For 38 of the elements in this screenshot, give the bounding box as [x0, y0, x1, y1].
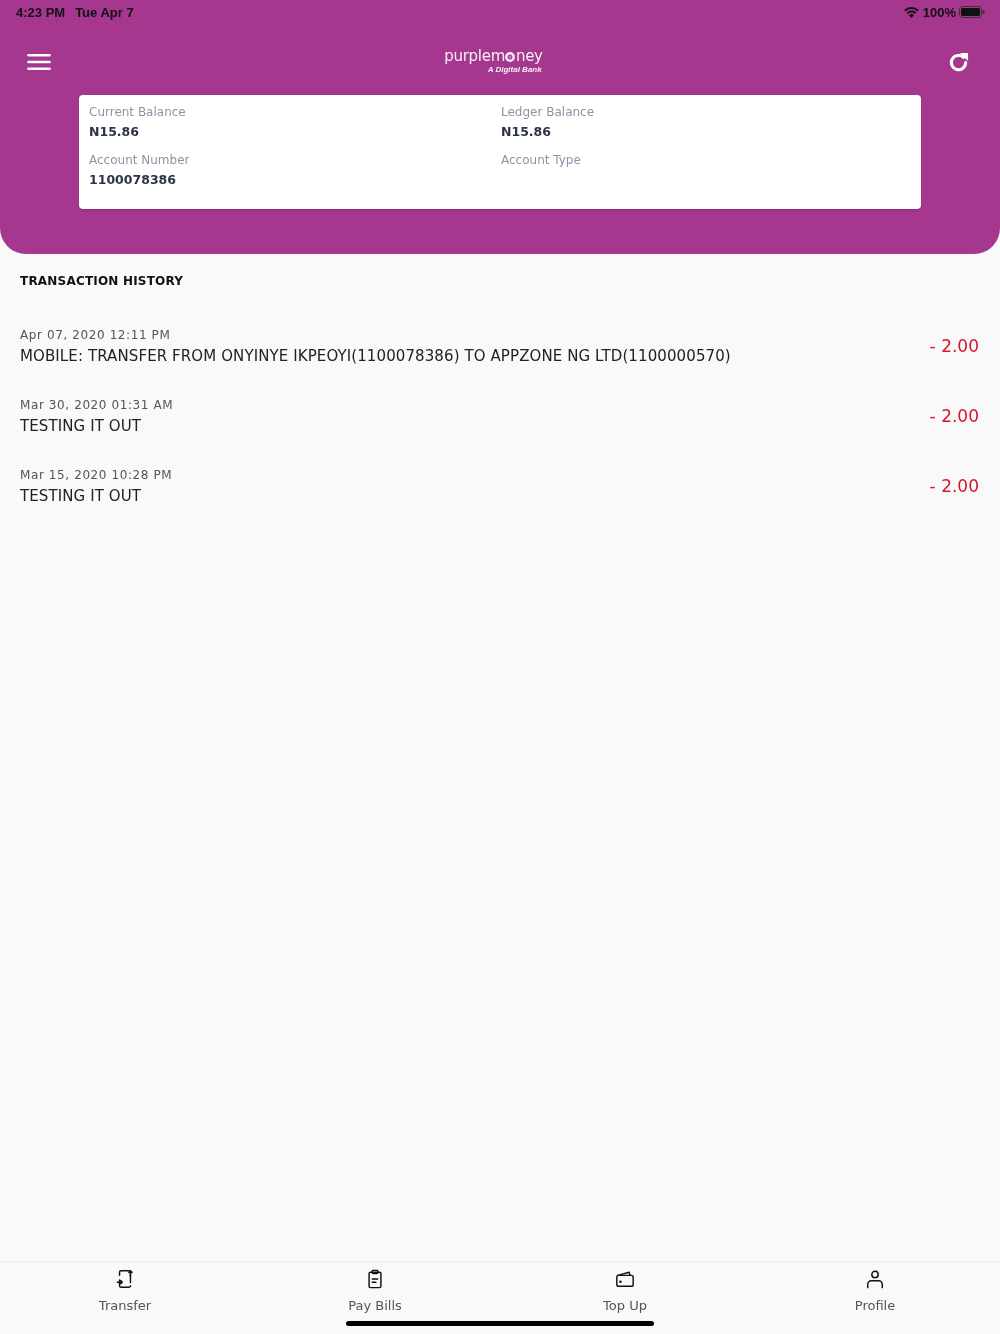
tab-bar-item[interactable]: Profile — [854, 1262, 896, 1313]
section-title: TRANSACTION HISTORY — [20, 274, 185, 288]
field-value: N15.86 — [501, 124, 552, 140]
field-label: Account Type — [501, 153, 582, 167]
transaction-description: MOBILE: TRANSFER FROM ONYINYE IKPEOYI(1100078386) TO APPZONE NG LTD(1100000570) — [20, 347, 731, 365]
transaction-amount: - 2.00 — [929, 406, 979, 426]
transaction-description: TESTING IT OUT — [20, 417, 143, 435]
menu-icon — [27, 54, 51, 70]
status-date: Tue Apr 7 — [75, 4, 134, 20]
tab-bar-item[interactable]: Top Up — [603, 1262, 647, 1313]
wifi-icon — [903, 6, 919, 18]
transaction-date: Mar 30, 2020 01:31 AM — [20, 397, 174, 413]
battery-icon — [959, 6, 985, 18]
battery-percentage: 100% — [922, 4, 956, 20]
field-label: Ledger Balance — [501, 105, 596, 119]
person-icon — [865, 1269, 885, 1289]
transaction-date: Mar 15, 2020 10:28 PM — [20, 467, 173, 483]
tab-bar-item[interactable]: Transfer — [98, 1262, 152, 1313]
clipboard-icon — [365, 1269, 385, 1289]
refresh-icon — [948, 51, 969, 73]
transaction-amount: - 2.00 — [929, 336, 979, 356]
refresh-button[interactable] — [948, 51, 969, 73]
field-value: N15.86 — [89, 124, 140, 140]
transaction-description: TESTING IT OUT — [20, 487, 143, 505]
logo-text: ney — [515, 47, 543, 65]
status-time: 4:23 PM — [16, 4, 66, 20]
tab-bar-item[interactable]: Pay Bills — [348, 1262, 402, 1313]
field-label: Account Number — [89, 153, 191, 167]
field-value: 1100078386 — [89, 172, 177, 188]
ring-icon — [505, 52, 516, 62]
menu-button[interactable] — [27, 54, 51, 70]
transaction-amount: - 2.00 — [929, 476, 979, 496]
logo-text: purplem — [444, 47, 505, 65]
logo-tagline: A Digital Bank — [487, 64, 542, 74]
transaction-date: Apr 07, 2020 12:11 PM — [20, 327, 172, 343]
field-label: Current Balance — [89, 105, 187, 119]
transfer-icon — [115, 1269, 135, 1289]
wallet-icon — [615, 1269, 635, 1289]
